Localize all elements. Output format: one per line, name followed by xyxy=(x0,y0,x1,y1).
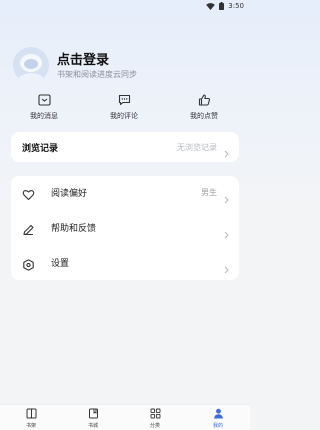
menu-reading-preference[interactable]: 阅读偏好 男生 xyxy=(11,176,239,210)
chevron-right-icon xyxy=(224,143,229,162)
reading-preference-value: 男生 xyxy=(201,188,217,197)
shortcut-label: 我的点赞 xyxy=(190,112,218,120)
chevron-right-icon xyxy=(224,224,229,243)
battery-icon xyxy=(219,2,225,10)
message-box-icon xyxy=(14,94,74,108)
shortcut-label: 我的消息 xyxy=(30,112,58,120)
history-empty-hint: 无浏览记录 xyxy=(177,143,217,152)
tab-profile[interactable]: 我的 xyxy=(198,408,238,429)
browsing-history-card[interactable]: 浏览记录 无浏览记录 xyxy=(11,132,239,162)
chevron-right-icon xyxy=(224,189,229,208)
bottom-tab-bar: 书架 书城 分类 我的 xyxy=(0,404,250,430)
menu-help-feedback[interactable]: 帮助和反馈 xyxy=(11,211,239,245)
settings-hex-icon xyxy=(22,256,35,275)
menu-label: 设置 xyxy=(51,259,70,269)
tab-label: 书架 xyxy=(25,423,36,429)
shortcut-row: 我的消息 我的评论 我的点赞 xyxy=(0,94,250,124)
heart-icon xyxy=(22,186,35,205)
menu-label: 阅读偏好 xyxy=(51,189,88,199)
avatar[interactable] xyxy=(13,47,49,83)
chevron-right-icon xyxy=(224,259,229,278)
tab-label: 书城 xyxy=(87,423,98,429)
history-title: 浏览记录 xyxy=(22,144,59,154)
login-title[interactable]: 点击登录 xyxy=(57,49,109,68)
tab-label: 我的 xyxy=(212,423,223,429)
tab-bookstore[interactable]: 书城 xyxy=(73,408,113,429)
tab-bookshelf[interactable]: 书架 xyxy=(11,408,51,429)
shortcut-my-likes[interactable]: 我的点赞 xyxy=(174,94,234,121)
settings-menu-card: 阅读偏好 男生 帮助和反馈 设置 xyxy=(11,176,239,280)
wifi-icon xyxy=(206,2,216,10)
login-profile-area[interactable]: 点击登录 书架和阅读进度云同步 xyxy=(13,45,233,85)
menu-label: 帮助和反馈 xyxy=(51,224,97,234)
tab-category[interactable]: 分类 xyxy=(135,408,175,429)
pencil-icon xyxy=(22,221,35,240)
comment-icon xyxy=(94,94,154,108)
bookshelf-icon xyxy=(11,408,51,420)
menu-settings[interactable]: 设置 xyxy=(11,246,239,280)
profile-icon xyxy=(198,408,238,420)
shortcut-label: 我的评论 xyxy=(110,112,138,120)
category-grid-icon xyxy=(135,408,175,420)
status-time: 3:50 xyxy=(228,2,244,10)
shortcut-my-messages[interactable]: 我的消息 xyxy=(14,94,74,121)
shortcut-my-comments[interactable]: 我的评论 xyxy=(94,94,154,121)
status-bar: 3:50 xyxy=(0,0,250,14)
thumbs-up-icon xyxy=(174,94,234,108)
login-subtitle: 书架和阅读进度云同步 xyxy=(57,70,137,79)
bookstore-icon xyxy=(73,408,113,420)
tab-label: 分类 xyxy=(149,423,160,429)
